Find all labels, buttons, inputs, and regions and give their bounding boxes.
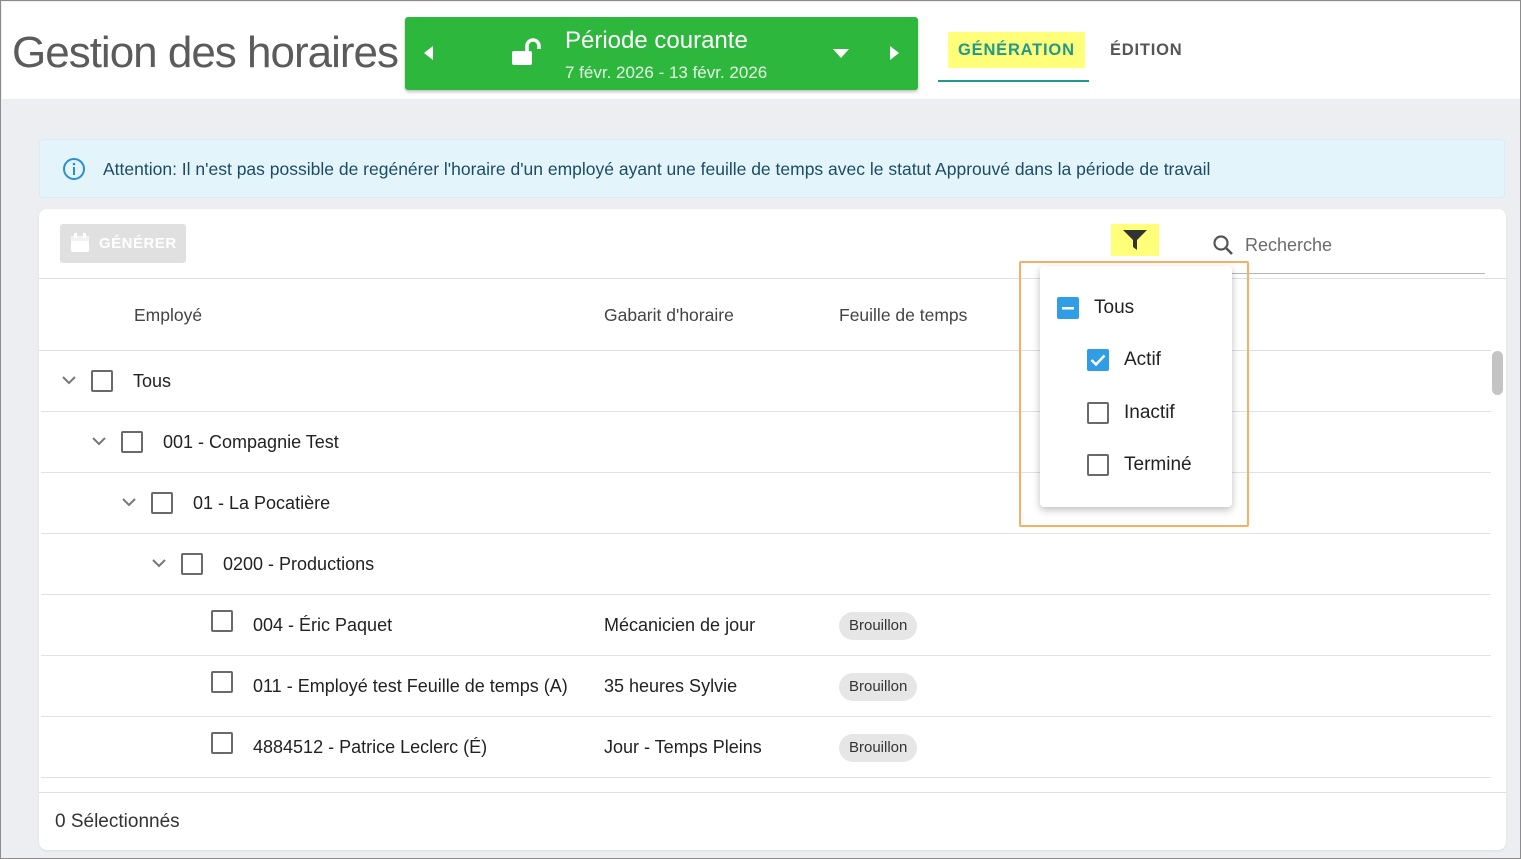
chevron-right-icon[interactable] (884, 43, 904, 63)
chevron-down-icon[interactable] (61, 374, 77, 386)
active-tab-indicator (938, 80, 1089, 82)
app-window: Gestion des horaires Période courante 7 … (0, 0, 1521, 859)
row-checkbox[interactable] (121, 431, 143, 453)
row-checkbox[interactable] (211, 732, 233, 754)
schedule-template: Jour - Temps Pleins (604, 737, 762, 757)
search-input[interactable] (1245, 231, 1475, 259)
chevron-down-icon[interactable] (151, 557, 167, 569)
column-header-schedule-template[interactable]: Gabarit d'horaire (604, 305, 734, 326)
employee-card: GÉNÉRER Employé Gabarit d'horaire Feuill… (39, 209, 1506, 850)
tab-generation[interactable]: GÉNÉRATION (948, 32, 1085, 68)
search-box (1209, 229, 1485, 274)
filter-icon (1123, 230, 1147, 250)
scrollbar-thumb[interactable] (1492, 351, 1503, 395)
table-row[interactable]: 011 - Employé test Feuille de temps (A) … (41, 656, 1491, 717)
table-header: Employé Gabarit d'horaire Feuille de tem… (39, 279, 1491, 351)
generate-button[interactable]: GÉNÉRER (60, 224, 186, 263)
checked-checkbox[interactable] (1087, 349, 1109, 371)
filter-popup: Tous Actif Inactif Terminé (1040, 266, 1232, 507)
filter-option-label: Terminé (1124, 454, 1192, 475)
filter-option-label: Actif (1124, 349, 1161, 370)
schedule-template: 35 heures Sylvie (604, 676, 738, 696)
filter-button[interactable] (1111, 224, 1159, 256)
indeterminate-checkbox[interactable] (1057, 297, 1079, 319)
alert-text: Attention: Il n'est pas possible de regé… (103, 159, 1211, 179)
row-checkbox[interactable] (151, 492, 173, 514)
row-checkbox[interactable] (91, 370, 113, 392)
header-bar: Gestion des horaires Période courante 7 … (2, 2, 1520, 99)
employee-name: 4884512 - Patrice Leclerc (É) (253, 737, 488, 757)
tab-edition[interactable]: ÉDITION (1110, 32, 1183, 68)
filter-option-label: Tous (1094, 297, 1135, 318)
row-label: 01 - La Pocatière (193, 493, 331, 513)
info-alert: Attention: Il n'est pas possible de regé… (39, 139, 1505, 198)
row-checkbox[interactable] (181, 553, 203, 575)
period-title: Période courante (565, 27, 748, 54)
calendar-icon (71, 233, 89, 252)
filter-option-label: Inactif (1124, 402, 1175, 423)
employee-name: 011 - Employé test Feuille de temps (A) (253, 676, 568, 696)
divider (39, 792, 1506, 793)
chevron-left-icon[interactable] (419, 43, 439, 63)
column-header-employee[interactable]: Employé (134, 305, 202, 326)
unchecked-checkbox[interactable] (1087, 454, 1109, 476)
period-dates: 7 févr. 2026 - 13 févr. 2026 (565, 63, 768, 82)
row-checkbox[interactable] (211, 671, 233, 693)
table-row[interactable]: 01 - La Pocatière (41, 473, 1491, 534)
table-row[interactable]: 4884512 - Patrice Leclerc (É) Jour - Tem… (41, 717, 1491, 778)
row-label: 001 - Compagnie Test (163, 432, 339, 452)
column-header-timesheet[interactable]: Feuille de temps (839, 305, 967, 326)
chevron-down-icon[interactable] (91, 435, 107, 447)
status-badge: Brouillon (839, 734, 918, 762)
unlock-icon (512, 38, 541, 65)
generate-button-label: GÉNÉRER (99, 235, 177, 252)
selected-count: 0 Sélectionnés (55, 811, 180, 832)
check-icon (1090, 354, 1106, 367)
status-badge: Brouillon (839, 612, 918, 640)
table-row[interactable]: 004 - Éric Paquet Mécanicien de jour Bro… (41, 595, 1491, 656)
table-row[interactable]: 0200 - Productions (41, 534, 1491, 595)
chevron-down-icon[interactable] (121, 496, 137, 508)
period-selector[interactable]: Période courante 7 févr. 2026 - 13 févr.… (405, 17, 918, 90)
minus-icon (1062, 307, 1074, 310)
employee-name: 004 - Éric Paquet (253, 615, 393, 635)
row-label: Tous (133, 371, 172, 391)
caret-down-icon[interactable] (832, 47, 850, 59)
info-icon (63, 158, 85, 180)
unchecked-checkbox[interactable] (1087, 402, 1109, 424)
page-title: Gestion des horaires (12, 28, 399, 77)
search-icon (1213, 235, 1233, 255)
row-checkbox[interactable] (211, 610, 233, 632)
status-badge: Brouillon (839, 673, 918, 701)
row-label: 0200 - Productions (223, 554, 375, 574)
schedule-template: Mécanicien de jour (604, 615, 756, 635)
table-row[interactable]: Tous (41, 351, 1491, 412)
table-row[interactable]: 001 - Compagnie Test (41, 412, 1491, 473)
